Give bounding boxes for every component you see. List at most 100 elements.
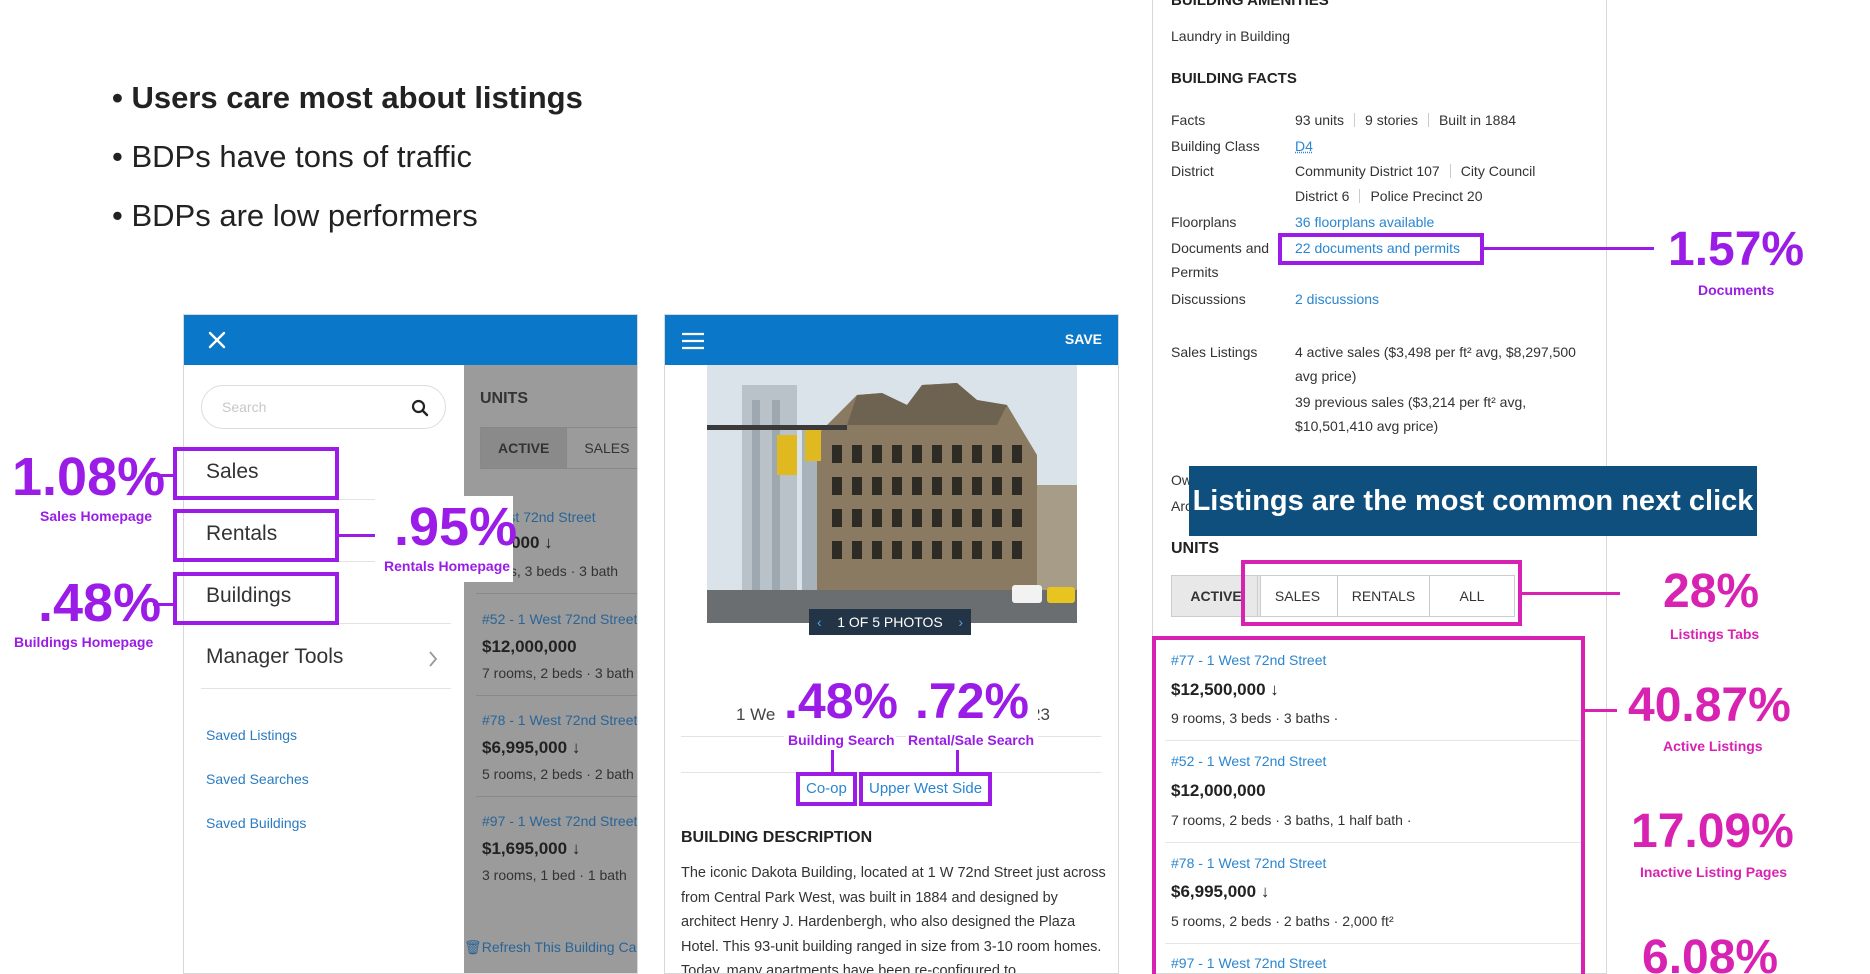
saved-listings-link[interactable]: Saved Listings [206, 727, 297, 743]
saved-searches-link[interactable]: Saved Searches [206, 771, 309, 787]
discussions-link[interactable]: 2 discussions [1295, 291, 1379, 307]
bullet-item: • Users care most about listings [112, 76, 583, 135]
hamburger-menu-icon[interactable] [681, 331, 705, 356]
connector-line [831, 750, 834, 774]
save-button[interactable]: SAVE [1065, 331, 1102, 347]
building-class-link[interactable]: D4 [1295, 138, 1313, 154]
listing-title[interactable]: #97 - 1 West 72nd Street [482, 813, 637, 829]
stat-sales-value: 1.08% [12, 450, 165, 504]
fact-value: 4 active sales ($3,498 per ft² avg, $8,2… [1295, 344, 1576, 360]
fact-value: avg price) [1295, 368, 1356, 384]
fact-key: District [1171, 163, 1214, 179]
fact-key: Discussions [1171, 291, 1246, 307]
connector-line [956, 750, 959, 774]
stat-sales-label: Sales Homepage [40, 508, 152, 524]
stat-building-search-label: Building Search [788, 732, 895, 748]
bullet-item: • BDPs have tons of traffic [112, 135, 583, 194]
listing-price: $1,695,000 ↓ [482, 839, 580, 859]
building-photo[interactable] [707, 365, 1077, 623]
units-tabs: ACTIVE SALES [480, 427, 638, 469]
stat-documents-value: 1.57% [1668, 226, 1804, 274]
fact-key: Documents and [1171, 240, 1269, 256]
divider [476, 695, 638, 696]
fact-value: 93 units 9 stories Built in 1884 [1295, 112, 1516, 128]
stat-rental-sale-search-label: Rental/Sale Search [908, 732, 1034, 748]
stat-listings-tabs-value: 28% [1663, 568, 1759, 616]
facts-heading: BUILDING FACTS [1171, 70, 1297, 87]
fact-key: Facts [1171, 112, 1205, 128]
stat-inactive-listings-value: 17.09% [1631, 808, 1794, 856]
tag-co-op[interactable]: Co-op [796, 772, 857, 806]
app-bar [184, 315, 637, 365]
tab-sales[interactable]: SALES [567, 428, 638, 468]
highlight-sales [173, 447, 339, 500]
search-placeholder: Search [222, 399, 266, 415]
divider [201, 688, 451, 689]
connector-line [1522, 592, 1620, 595]
menu-item-manager-tools[interactable]: Manager Tools [206, 645, 343, 669]
listing-title[interactable]: #52 - 1 West 72nd Street [482, 611, 637, 627]
stat-listings-tabs-label: Listings Tabs [1670, 626, 1759, 642]
key-points-list: • Users care most about listings • BDPs … [112, 76, 583, 253]
amenities-heading: BUILDING AMENITIES [1171, 0, 1329, 9]
search-icon [411, 399, 429, 417]
highlight-documents [1278, 233, 1484, 265]
tag-neighborhood[interactable]: Upper West Side [859, 772, 992, 806]
nav-menu-screen: UNITS ACTIVE SALES 1 West 72nd Street 50… [183, 314, 638, 974]
listing-price: $6,995,000 ↓ [482, 738, 580, 758]
stat-last-value: 6.08% [1642, 934, 1778, 974]
stat-rentals-value: .95% [394, 500, 517, 554]
floorplans-link[interactable]: 36 floorplans available [1295, 214, 1434, 230]
building-detail-screen: SAVE ‹ 1 OF 5 PHOTOS › 1 We 23 BUILDING … [664, 314, 1119, 974]
amenity-item: Laundry in Building [1171, 28, 1290, 44]
connector-line [1585, 709, 1617, 712]
listing-meta: 7 rooms, 2 beds · 3 bath [482, 665, 634, 681]
highlight-buildings [173, 572, 339, 625]
address-partial: 1 We [736, 705, 775, 725]
fact-key: Permits [1171, 264, 1218, 280]
insight-banner: Listings are the most common next click [1189, 466, 1757, 536]
chevron-right-icon[interactable]: › [958, 609, 963, 635]
units-panel-dimmed: UNITS ACTIVE SALES 1 West 72nd Street 50… [464, 365, 637, 973]
listing-meta: 5 rooms, 2 beds · 2 bath [482, 766, 634, 782]
description-heading: BUILDING DESCRIPTION [681, 829, 872, 847]
fact-value: Community District 107 City Council [1295, 163, 1535, 179]
stat-documents-label: Documents [1698, 282, 1774, 298]
stat-building-search-value: .48% [784, 676, 898, 726]
tab-active[interactable]: ACTIVE [481, 428, 567, 468]
stat-rental-sale-search-value: .72% [915, 676, 1029, 726]
highlight-listing-tabs [1241, 560, 1522, 626]
listing-price: $12,000,000 [482, 637, 577, 657]
listing-title[interactable]: #78 - 1 West 72nd Street [482, 712, 637, 728]
stat-buildings-value: .48% [38, 576, 161, 630]
units-heading: UNITS [480, 390, 528, 408]
fact-value: 39 previous sales ($3,214 per ft² avg, [1295, 394, 1526, 410]
chevron-left-icon[interactable]: ‹ [817, 609, 822, 635]
refresh-link[interactable]: 🗑Refresh This Building Ca [464, 939, 636, 956]
divider [476, 796, 638, 797]
search-input[interactable]: Search [201, 385, 446, 429]
stat-active-listings-label: Active Listings [1663, 738, 1763, 754]
highlight-active-listings [1152, 636, 1585, 974]
photo-counter: 1 OF 5 PHOTOS [837, 614, 943, 630]
highlight-rentals [173, 509, 339, 562]
chevron-right-icon [427, 649, 439, 674]
listing-meta: 3 rooms, 1 bed · 1 bath [482, 867, 627, 883]
stat-inactive-listings-label: Inactive Listing Pages [1640, 864, 1787, 880]
fact-value: District 6 Police Precinct 20 [1295, 188, 1483, 204]
fact-key: Floorplans [1171, 214, 1236, 230]
divider [476, 593, 638, 594]
bullet-item: • BDPs are low performers [112, 194, 583, 253]
fact-value: $10,501,410 avg price) [1295, 418, 1438, 434]
connector-line [1484, 247, 1654, 250]
close-icon[interactable] [204, 327, 230, 353]
saved-buildings-link[interactable]: Saved Buildings [206, 815, 306, 831]
building-description: The iconic Dakota Building, located at 1… [681, 861, 1106, 974]
fact-key: Building Class [1171, 138, 1260, 154]
photo-pager[interactable]: ‹ 1 OF 5 PHOTOS › [809, 609, 971, 635]
units-heading: UNITS [1171, 540, 1219, 558]
stat-active-listings-value: 40.87% [1628, 682, 1791, 730]
stat-rentals-label: Rentals Homepage [384, 558, 510, 574]
stat-buildings-label: Buildings Homepage [14, 634, 153, 650]
fact-key: Sales Listings [1171, 344, 1257, 360]
